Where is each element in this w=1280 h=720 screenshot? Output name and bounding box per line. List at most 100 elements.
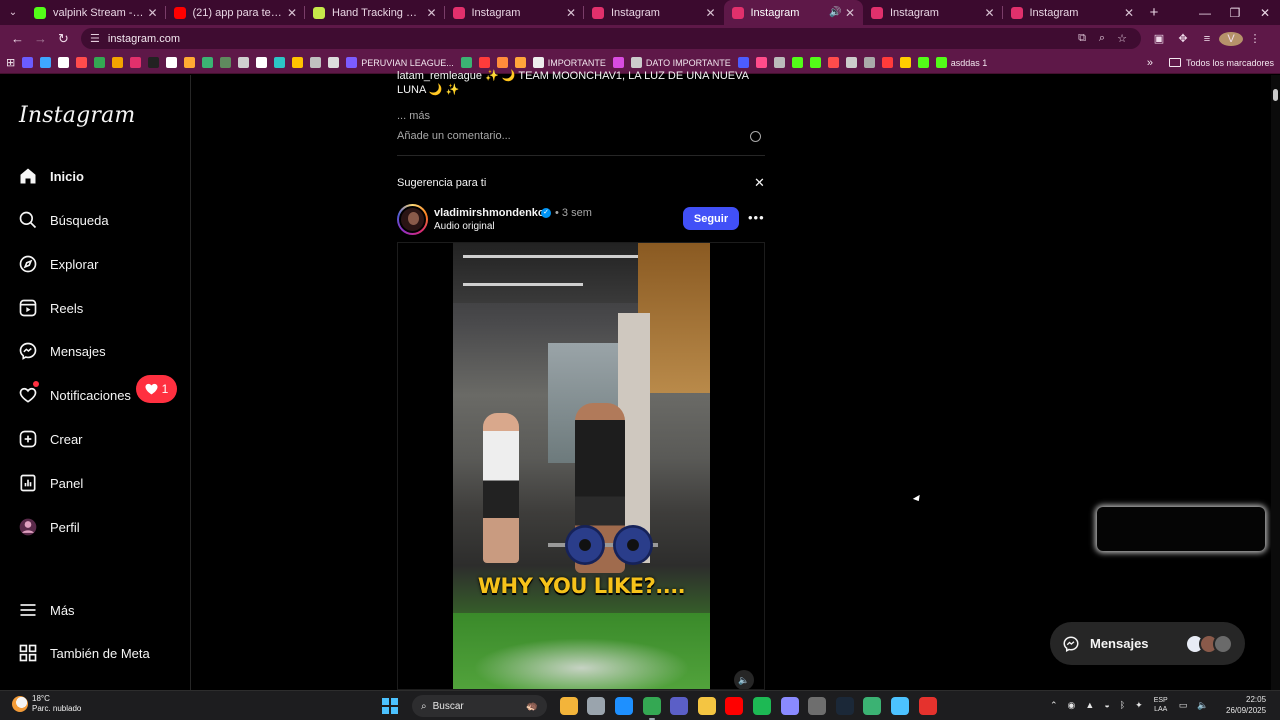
bookmark-item[interactable]: [773, 55, 785, 71]
taskbar-search[interactable]: ⌕ Buscar 🦔: [412, 695, 547, 717]
reel-video[interactable]: WHY YOU LIKE?....: [453, 243, 710, 689]
tab-audio-icon[interactable]: 🔊: [829, 7, 843, 18]
post-avatar[interactable]: [397, 204, 428, 235]
bookmark-item[interactable]: [238, 55, 250, 71]
bookmark-item[interactable]: [94, 55, 106, 71]
new-tab-button[interactable]: +: [1142, 4, 1166, 21]
nav-mas[interactable]: Más: [18, 595, 75, 625]
url-text[interactable]: instagram.com: [108, 33, 1072, 45]
browser-tab[interactable]: (21) app para tener buen pi✕: [166, 0, 306, 25]
post-media[interactable]: WHY YOU LIKE?.... 🔈: [397, 242, 765, 690]
tab-close-icon[interactable]: ✕: [564, 6, 578, 20]
browser-tab[interactable]: Instagram 🔊 ✕: [723, 0, 863, 25]
install-app-icon[interactable]: ⧉: [1072, 32, 1092, 45]
bookmark-item[interactable]: asddas 1: [935, 55, 987, 71]
instagram-logo[interactable]: Instagram: [19, 103, 135, 128]
browser-tab[interactable]: Instagram ✕: [584, 0, 724, 25]
bookmarks-more-icon[interactable]: »: [1147, 57, 1153, 69]
tray-misc-icon[interactable]: ✦: [1135, 700, 1143, 711]
taskbar-app-icon[interactable]: [752, 697, 771, 715]
bookmark-item[interactable]: [220, 55, 232, 71]
tab-close-icon[interactable]: ✕: [285, 6, 299, 20]
forward-button[interactable]: →: [29, 31, 52, 46]
tab-close-icon[interactable]: ✕: [983, 6, 997, 20]
tab-search-chevron-icon[interactable]: ⌄: [0, 0, 26, 25]
taskbar-app-icon[interactable]: [890, 697, 909, 715]
post-time[interactable]: • 3 sem: [555, 207, 592, 219]
tab-close-icon[interactable]: ✕: [425, 6, 439, 20]
taskbar-app-icon[interactable]: [863, 697, 882, 715]
follow-button[interactable]: Seguir: [683, 207, 739, 230]
bookmark-item[interactable]: [863, 55, 875, 71]
bookmark-item[interactable]: [40, 55, 52, 71]
language-indicator[interactable]: ESP LAA: [1154, 696, 1168, 714]
browser-tab[interactable]: Instagram ✕: [445, 0, 585, 25]
comment-input[interactable]: Añade un comentario...: [397, 128, 765, 144]
site-info-icon[interactable]: ☰: [90, 32, 100, 45]
nav-panel[interactable]: Panel: [18, 468, 83, 498]
more-options-icon[interactable]: •••: [748, 210, 765, 225]
taskbar-app-icon[interactable]: [670, 697, 689, 715]
tray-steam-icon[interactable]: ▲: [1085, 700, 1094, 710]
bookmark-item[interactable]: [148, 55, 160, 71]
bookmark-item[interactable]: [809, 55, 821, 71]
profile-avatar[interactable]: V: [1219, 31, 1243, 46]
nav-mensajes[interactable]: Mensajes: [18, 336, 106, 366]
speaker-icon[interactable]: 🔈: [734, 670, 754, 689]
bookmark-item[interactable]: [130, 55, 142, 71]
scrollbar-thumb[interactable]: [1273, 89, 1278, 101]
bookmark-item[interactable]: [310, 55, 322, 71]
bookmark-item[interactable]: [845, 55, 857, 71]
nav-busqueda[interactable]: Búsqueda: [18, 205, 109, 235]
close-icon[interactable]: ✕: [754, 175, 765, 191]
bookmark-item[interactable]: [76, 55, 88, 71]
network-icon[interactable]: ▭: [1179, 700, 1188, 711]
restore-button[interactable]: ❐: [1220, 6, 1250, 20]
chat-avatar[interactable]: [1213, 633, 1233, 654]
volume-icon[interactable]: 🔈: [1197, 700, 1208, 711]
nav-perfil[interactable]: Perfil: [18, 512, 80, 542]
nav-reels[interactable]: Reels: [18, 293, 83, 323]
bookmark-item[interactable]: [58, 55, 70, 71]
bookmark-item[interactable]: [328, 55, 340, 71]
browser-tab[interactable]: valpink Stream - Watch Live✕: [26, 0, 166, 25]
tab-close-icon[interactable]: ✕: [1122, 6, 1136, 20]
page-scrollbar[interactable]: [1271, 75, 1280, 690]
tab-close-icon[interactable]: ✕: [843, 6, 857, 20]
taskbar-app-icon[interactable]: [780, 697, 799, 715]
taskbar-app-icon[interactable]: [587, 697, 606, 715]
taskbar-app-icon[interactable]: [918, 697, 937, 715]
post-username[interactable]: vladimirshmondenko: [434, 207, 545, 219]
taskbar-app-icon[interactable]: [642, 697, 661, 720]
bookmark-item[interactable]: [202, 55, 214, 71]
browser-tab[interactable]: Hand Tracking with Only We✕: [305, 0, 445, 25]
bookmark-item[interactable]: [184, 55, 196, 71]
bookmark-item[interactable]: [827, 55, 839, 71]
apps-grid-icon[interactable]: ⊞: [6, 55, 15, 71]
bookmark-star-icon[interactable]: ☆: [1112, 32, 1132, 45]
back-button[interactable]: ←: [6, 31, 29, 46]
taskbar-app-icon[interactable]: [725, 697, 744, 715]
tab-close-icon[interactable]: ✕: [704, 6, 718, 20]
bookmark-item[interactable]: [274, 55, 286, 71]
bookmark-item[interactable]: [22, 55, 34, 71]
extensions-icon[interactable]: ✥: [1171, 32, 1195, 45]
windows-start-icon[interactable]: [382, 698, 398, 714]
tab-close-icon[interactable]: ✕: [146, 6, 160, 20]
minimize-button[interactable]: —: [1190, 6, 1220, 20]
bluetooth-icon[interactable]: ᛒ: [1120, 700, 1125, 710]
taskbar-app-icon[interactable]: [808, 697, 827, 715]
all-bookmarks-link[interactable]: Todos los marcadores: [1186, 58, 1274, 68]
tray-discord-icon[interactable]: ◒: [1104, 700, 1109, 710]
close-window-button[interactable]: ✕: [1250, 6, 1280, 20]
browser-tab[interactable]: Instagram ✕: [1003, 0, 1143, 25]
bookmark-item[interactable]: [256, 55, 268, 71]
taskbar-app-icon[interactable]: [835, 697, 854, 715]
taskbar-app-icon[interactable]: [559, 697, 578, 715]
reload-button[interactable]: ↻: [52, 31, 75, 47]
bookmark-item[interactable]: [166, 55, 178, 71]
bookmark-item[interactable]: [112, 55, 124, 71]
address-bar[interactable]: ☰ instagram.com ⧉ ⌕ ☆: [81, 28, 1141, 49]
emoji-icon[interactable]: [750, 130, 761, 142]
browser-menu-icon[interactable]: ⋮: [1243, 32, 1267, 45]
